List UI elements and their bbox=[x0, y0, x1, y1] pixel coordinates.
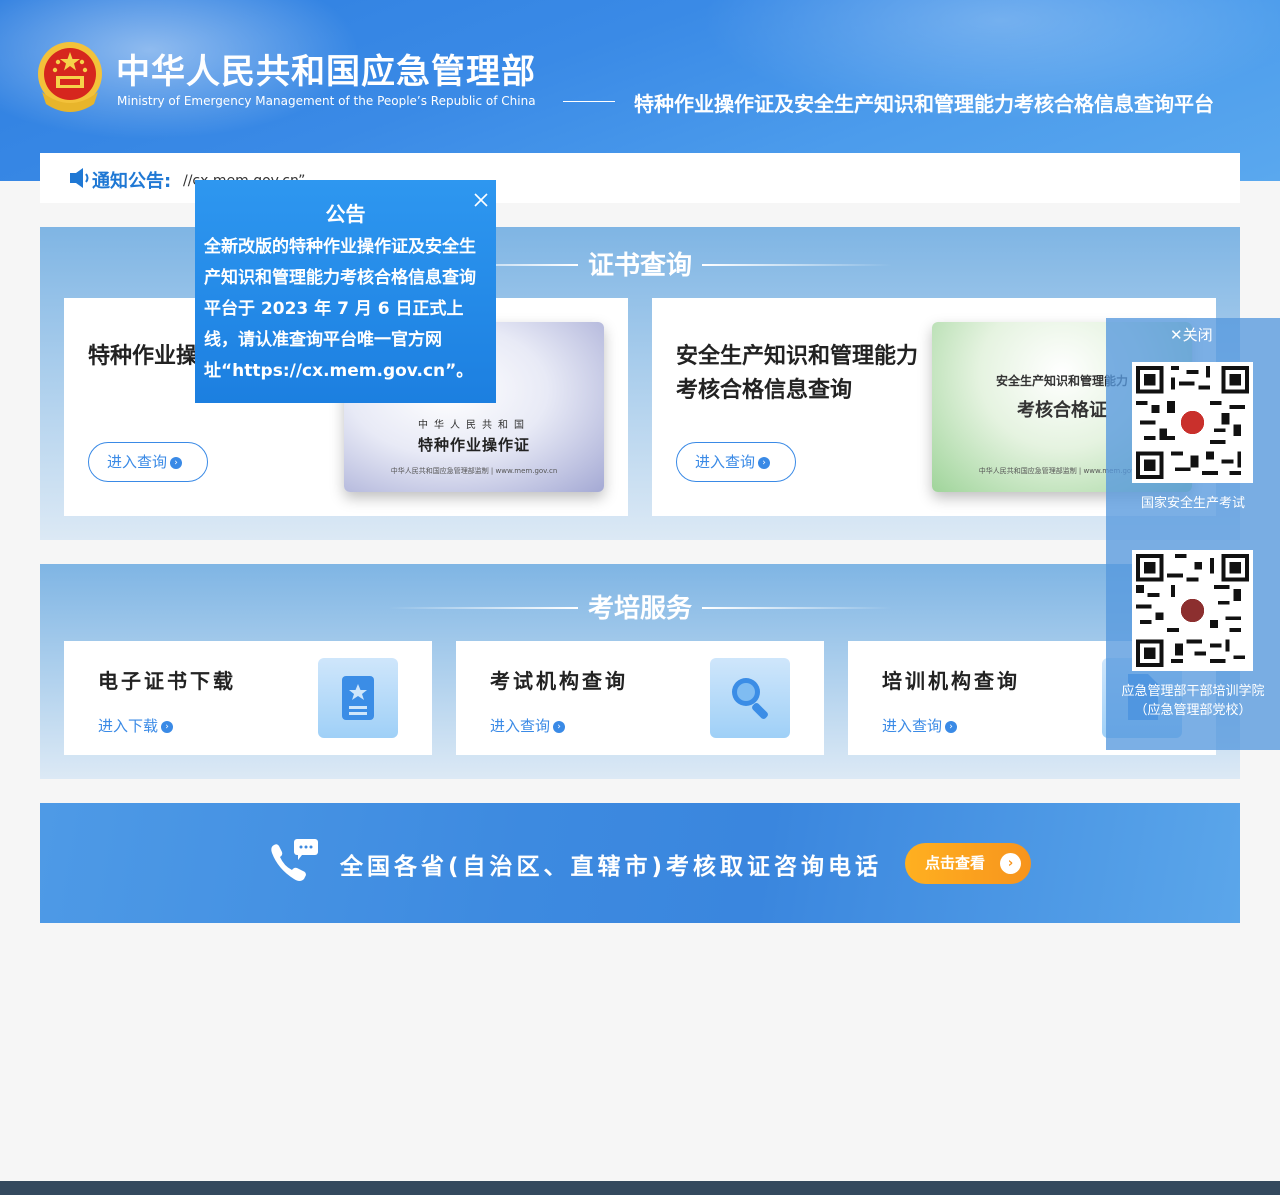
qr-panel-close-button[interactable]: ✕关闭 bbox=[1170, 324, 1213, 345]
section-title-text: 考培服务 bbox=[587, 594, 692, 624]
link-label: 进入下载 bbox=[98, 717, 159, 735]
arrow-right-icon: › bbox=[161, 720, 174, 733]
arrow-right-icon: › bbox=[1000, 853, 1021, 874]
enter-query-link[interactable]: 进入查询 › bbox=[882, 715, 958, 736]
qr-label-exam: 国家安全生产考试 bbox=[1106, 494, 1280, 513]
certificate-icon-graphic bbox=[342, 676, 374, 720]
button-label: 进入查询 bbox=[695, 453, 756, 471]
enter-download-link[interactable]: 进入下载 › bbox=[98, 715, 174, 736]
qr-code-exam bbox=[1132, 362, 1253, 483]
cert-card-title-line: 考核合格信息查询 bbox=[676, 378, 853, 403]
certificate-icon bbox=[318, 658, 398, 738]
speaker-icon bbox=[70, 168, 89, 188]
title-decor-line bbox=[702, 606, 893, 609]
close-icon-graphic bbox=[474, 193, 488, 207]
title-decor-line bbox=[387, 606, 578, 609]
ministry-name-cn: 中华人民共和国应急管理部 bbox=[116, 52, 536, 92]
national-emblem-icon bbox=[38, 42, 102, 112]
close-icon: ✕ bbox=[1170, 326, 1183, 344]
enter-query-button[interactable]: 进入查询 › bbox=[88, 442, 208, 482]
magnifier-icon-graphic bbox=[732, 678, 768, 719]
service-card-title: 考试机构查询 bbox=[490, 669, 628, 693]
exam-training-section: 考培服务 电子证书下载 进入下载 › 考试机构查询 进入查询 › 培训机构查询 进入… bbox=[40, 564, 1240, 779]
consult-phone-text: 全国各省(自治区、直辖市)考核取证咨询电话 bbox=[340, 854, 883, 880]
cert-country-text: 中华人民共和国 bbox=[418, 420, 530, 431]
arrow-right-icon: › bbox=[758, 456, 771, 469]
section-heading: 考培服务 bbox=[40, 588, 1240, 625]
section-title-text: 证书查询 bbox=[587, 251, 692, 281]
popup-title: 公告 bbox=[325, 202, 366, 226]
qr-code-icon bbox=[1136, 554, 1249, 667]
notice-label: 通知公告: bbox=[92, 171, 172, 192]
cert-footer-text: 中华人民共和国应急管理部监制 | www.mem.gov.cn bbox=[390, 467, 558, 475]
arrow-right-icon: › bbox=[170, 456, 183, 469]
view-phone-button[interactable]: 点击查看 › bbox=[905, 843, 1031, 884]
cert-name-text: 特种作业操作证 bbox=[417, 436, 530, 454]
cert-card-title: 安全生产知识和管理能力 考核合格信息查询 bbox=[676, 340, 918, 408]
announcement-popup: 公告 全新改版的特种作业操作证及安全生产知识和管理能力考核合格信息查询平台于 2… bbox=[195, 180, 496, 403]
section-title: 考培服务 bbox=[387, 588, 893, 625]
header-divider bbox=[563, 101, 615, 102]
arrow-right-icon: › bbox=[945, 720, 958, 733]
ministry-name-en: Ministry of Emergency Management of the … bbox=[117, 94, 536, 108]
enter-query-link[interactable]: 进入查询 › bbox=[490, 715, 566, 736]
close-label: 关闭 bbox=[1182, 326, 1213, 344]
qr-label-line: （应急管理部党校） bbox=[1134, 703, 1252, 718]
platform-title: 特种作业操作证及安全生产知识和管理能力考核合格信息查询平台 bbox=[634, 92, 1214, 116]
section-title: 证书查询 bbox=[387, 245, 893, 282]
service-card-title: 电子证书下载 bbox=[98, 669, 236, 693]
page-footer bbox=[0, 1181, 1280, 1195]
link-label: 进入查询 bbox=[490, 717, 551, 735]
link-label: 进入查询 bbox=[882, 717, 943, 735]
service-card-title: 培训机构查询 bbox=[882, 669, 1020, 693]
phone-chat-icon bbox=[271, 839, 318, 881]
close-icon[interactable] bbox=[471, 190, 491, 210]
qr-code-academy bbox=[1132, 550, 1253, 671]
qr-code-icon bbox=[1136, 366, 1249, 479]
cert-card-title-line: 安全生产知识和管理能力 bbox=[676, 344, 919, 369]
consult-phone-banner: 全国各省(自治区、直辖市)考核取证咨询电话 点击查看 › bbox=[40, 803, 1240, 923]
arrow-right-icon: › bbox=[553, 720, 566, 733]
exam-institution-card[interactable]: 考试机构查询 进入查询 › bbox=[456, 641, 824, 755]
button-label: 点击查看 bbox=[925, 854, 986, 872]
button-label: 进入查询 bbox=[107, 453, 168, 471]
magnifier-icon bbox=[710, 658, 790, 738]
enter-query-button[interactable]: 进入查询 › bbox=[676, 442, 796, 482]
popup-body: 全新改版的特种作业操作证及安全生产知识和管理能力考核合格信息查询平台于 2023… bbox=[204, 237, 476, 381]
title-decor-line bbox=[702, 263, 893, 266]
e-cert-download-card[interactable]: 电子证书下载 进入下载 › bbox=[64, 641, 432, 755]
qr-code-panel: ✕关闭 国家安全生产考试 应急管理部干部培训学院 （应急管理部党校） bbox=[1106, 318, 1280, 750]
qr-label-academy: 应急管理部干部培训学院 （应急管理部党校） bbox=[1106, 682, 1280, 720]
qr-label-line: 国家安全生产考试 bbox=[1140, 496, 1245, 511]
qr-label-line: 应急管理部干部培训学院 bbox=[1121, 684, 1265, 699]
